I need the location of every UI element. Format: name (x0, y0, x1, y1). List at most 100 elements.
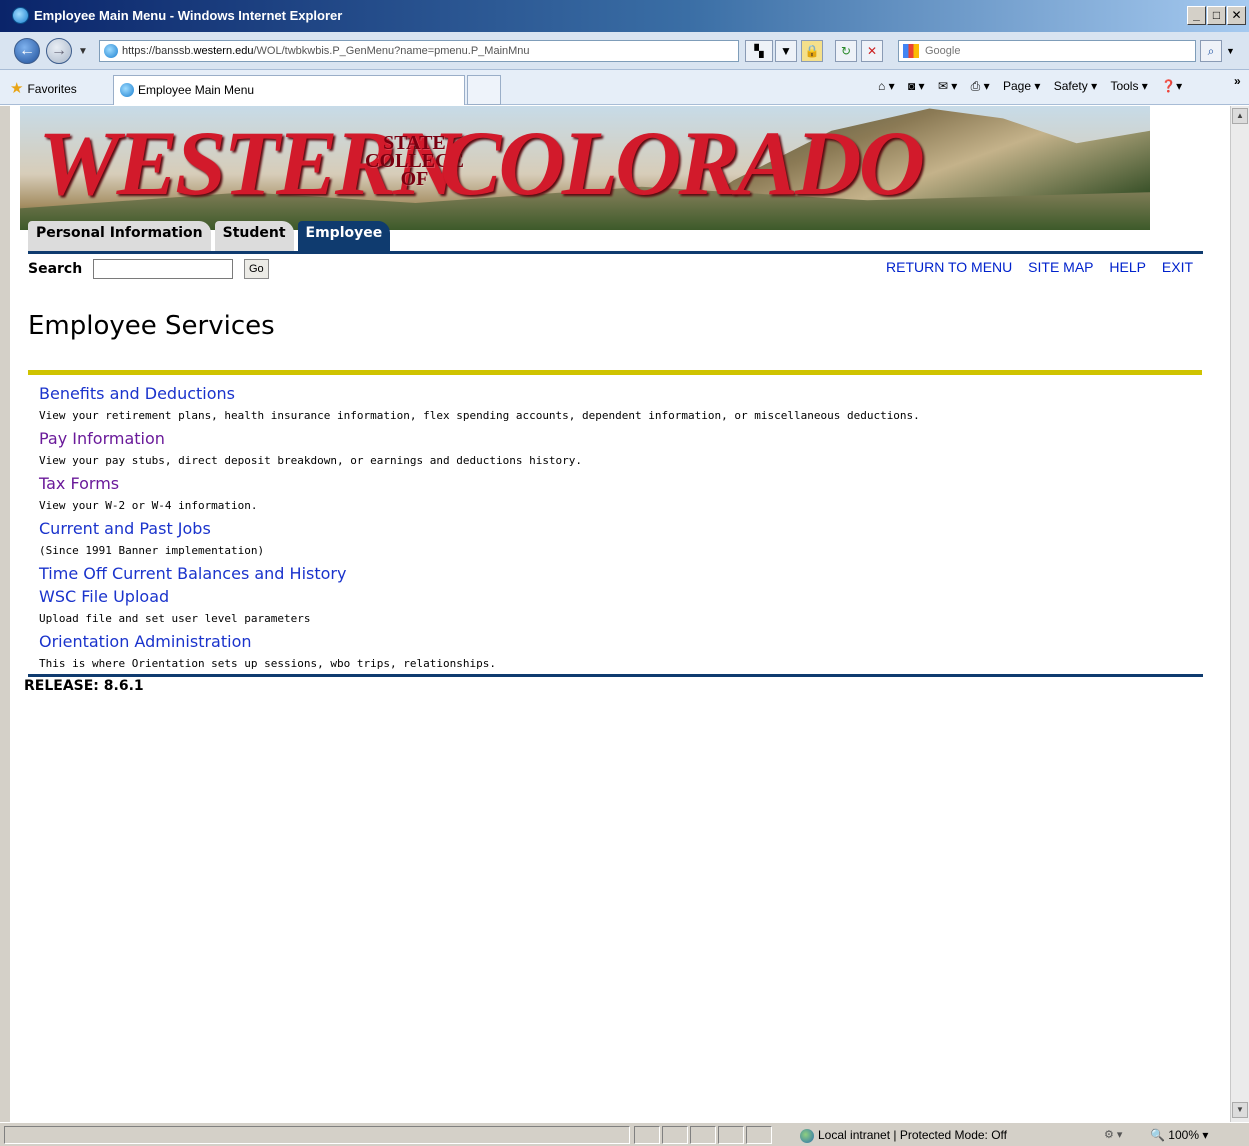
pay-information-link[interactable]: Pay Information (39, 427, 1189, 450)
refresh-icon[interactable]: ↻ (835, 40, 857, 62)
print-icon[interactable]: ⎙ ▾ (971, 79, 990, 94)
search-options-icon[interactable]: ▼ (1226, 46, 1235, 56)
tax-forms-description: View your W-2 or W-4 information. (39, 499, 258, 512)
favorites-button[interactable]: ★ Favorites (10, 79, 77, 97)
star-icon: ★ (10, 80, 24, 97)
page-menu[interactable]: Page ▾ (1003, 79, 1040, 93)
tax-forms-link[interactable]: Tax Forms (39, 472, 1189, 495)
back-button[interactable]: ← (14, 38, 40, 64)
gold-divider (28, 370, 1202, 375)
window-title: Employee Main Menu - Windows Internet Ex… (34, 8, 343, 23)
search-input[interactable]: Google (898, 40, 1196, 62)
security-zone[interactable]: Local intranet | Protected Mode: Off (800, 1128, 1007, 1143)
college-banner: WESTERN STATE COLLEGE OF COLORADO (20, 106, 1150, 230)
history-dropdown-icon[interactable]: ▼ (78, 46, 88, 57)
addons-icon[interactable]: ⚙ ▾ (1104, 1128, 1122, 1141)
page-title: Employee Services (28, 311, 275, 341)
address-dropdown-icon[interactable]: ▼ (775, 40, 797, 62)
window-titlebar: Employee Main Menu - Windows Internet Ex… (0, 0, 1249, 32)
site-search-input[interactable] (93, 259, 234, 279)
close-window-button[interactable]: ✕ (1227, 6, 1246, 25)
lock-icon[interactable]: 🔒 (801, 40, 823, 62)
compatibility-view-icon[interactable]: ▚ (745, 40, 773, 62)
tab-student[interactable]: Student (214, 221, 294, 253)
orientation-admin-description: This is where Orientation sets up sessio… (39, 657, 496, 670)
status-bar: Local intranet | Protected Mode: Off ⚙ ▾… (0, 1122, 1249, 1146)
security-zone-label: Local intranet | Protected Mode: Off (818, 1128, 1007, 1142)
search-icon[interactable]: ⌕ (1200, 40, 1222, 62)
site-search: Search Go (28, 259, 269, 279)
maximize-button[interactable]: □ (1207, 6, 1226, 25)
forward-button[interactable]: → (46, 38, 72, 64)
orientation-admin-link[interactable]: Orientation Administration (39, 630, 1189, 653)
page-favicon-icon (104, 44, 118, 58)
command-bar: ⌂ ▾ ◙ ▾ ✉ ▾ ⎙ ▾ Page ▾ Safety ▾ Tools ▾ … (868, 79, 1182, 94)
new-tab-button[interactable] (467, 75, 501, 105)
page-viewport: WESTERN STATE COLLEGE OF COLORADO Person… (10, 106, 1230, 1122)
browser-tab-label: Employee Main Menu (138, 83, 255, 97)
browser-tab[interactable]: Employee Main Menu (113, 75, 465, 105)
return-to-menu-link[interactable]: RETURN TO MENU (886, 259, 1012, 275)
employee-menu: Benefits and Deductions View your retire… (39, 382, 1189, 675)
main-tabs: Personal Information Student Employee (28, 221, 394, 253)
menu-item-tax: Tax Forms View your W-2 or W-4 informati… (39, 472, 1189, 517)
favorites-label: Favorites (27, 82, 77, 96)
address-toolbar: ← → ▼ https://banssb.western.edu/WOL/twb… (0, 32, 1249, 70)
search-label: Search (28, 261, 83, 277)
tab-personal-information[interactable]: Personal Information (28, 221, 211, 253)
google-icon (903, 44, 919, 58)
menu-item-jobs: Current and Past Jobs (Since 1991 Banner… (39, 517, 1189, 562)
chevron-right-icon[interactable]: » (1234, 74, 1241, 88)
file-upload-description: Upload file and set user level parameter… (39, 612, 311, 625)
scroll-down-icon[interactable]: ▼ (1232, 1102, 1248, 1118)
favorites-toolbar: ★ Favorites Employee Main Menu ⌂ ▾ ◙ ▾ ✉ … (0, 70, 1249, 105)
address-prefix: https://banssb. (122, 45, 194, 57)
tab-favicon-icon (120, 83, 134, 97)
benefits-description: View your retirement plans, health insur… (39, 409, 920, 422)
zoom-icon: 🔍 (1150, 1128, 1165, 1142)
help-link[interactable]: HELP (1109, 259, 1146, 275)
ie-logo-icon (12, 7, 29, 24)
menu-item-orientation: Orientation Administration This is where… (39, 630, 1189, 675)
exit-link[interactable]: EXIT (1162, 259, 1193, 275)
tools-menu[interactable]: Tools ▾ (1110, 79, 1147, 93)
minimize-button[interactable]: _ (1187, 6, 1206, 25)
status-cell (662, 1126, 688, 1144)
zoom-control[interactable]: 🔍 100% ▾ (1150, 1128, 1208, 1142)
stop-icon[interactable]: ✕ (861, 40, 883, 62)
current-past-jobs-link[interactable]: Current and Past Jobs (39, 517, 1189, 540)
address-path: /WOL/twbkwbis.P_GenMenu?name=pmenu.P_Mai… (253, 45, 530, 57)
safety-menu[interactable]: Safety ▾ (1054, 79, 1097, 93)
vertical-scrollbar[interactable]: ▲ ▼ (1230, 106, 1249, 1122)
scroll-up-icon[interactable]: ▲ (1232, 108, 1248, 124)
footer-divider (28, 674, 1203, 677)
menu-item-pay: Pay Information View your pay stubs, dir… (39, 427, 1189, 472)
time-off-link[interactable]: Time Off Current Balances and History (39, 562, 1189, 585)
release-label: RELEASE: 8.6.1 (24, 678, 144, 694)
status-cell (634, 1126, 660, 1144)
status-cell (690, 1126, 716, 1144)
go-button[interactable]: Go (243, 259, 269, 279)
pay-information-description: View your pay stubs, direct deposit brea… (39, 454, 583, 467)
tab-employee[interactable]: Employee (297, 221, 391, 253)
file-upload-link[interactable]: WSC File Upload (39, 585, 1189, 608)
status-cell (746, 1126, 772, 1144)
status-text-cell (4, 1126, 630, 1144)
home-icon[interactable]: ⌂ ▾ (878, 79, 895, 93)
tabs-divider (28, 251, 1203, 254)
current-past-jobs-description: (Since 1991 Banner implementation) (39, 544, 265, 557)
window-left-edge (0, 106, 10, 1122)
help-icon[interactable]: ❓▾ (1161, 79, 1182, 93)
zoom-level: 100% (1168, 1128, 1199, 1142)
search-placeholder: Google (925, 45, 961, 57)
mail-icon[interactable]: ✉ ▾ (938, 79, 957, 93)
site-map-link[interactable]: SITE MAP (1028, 259, 1093, 275)
benefits-link[interactable]: Benefits and Deductions (39, 382, 1189, 405)
menu-item-time-off: Time Off Current Balances and History (39, 562, 1189, 585)
status-cell (718, 1126, 744, 1144)
address-bar[interactable]: https://banssb.western.edu/WOL/twbkwbis.… (99, 40, 739, 62)
menu-item-benefits: Benefits and Deductions View your retire… (39, 382, 1189, 427)
banner-word-colorado: COLORADO (440, 112, 925, 214)
feeds-icon[interactable]: ◙ ▾ (908, 79, 925, 93)
address-domain: western.edu (193, 45, 254, 57)
